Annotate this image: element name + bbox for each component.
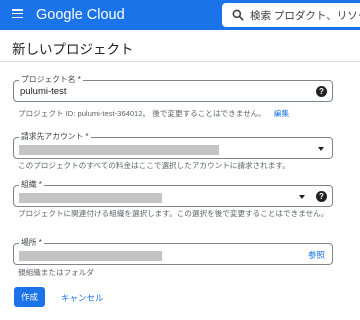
dropdown-arrow-icon — [299, 195, 305, 199]
menu-icon[interactable] — [12, 9, 23, 19]
billing-account-hint: このプロジェクトのすべての料金はここで選択したアカウントに請求されます。 — [18, 161, 290, 170]
dropdown-arrow-icon — [318, 147, 324, 151]
google-cloud-logo[interactable]: Google Cloud — [36, 7, 125, 23]
search-input[interactable]: 検索 プロダクト、リソース — [222, 3, 360, 27]
browse-location-link[interactable]: 参照 — [308, 249, 325, 261]
cancel-button[interactable]: キャンセル — [61, 292, 104, 304]
help-icon[interactable]: ? — [316, 86, 327, 97]
organization-hint: プロジェクトに関連付ける組織を選択します。この選択を後で変更することはできません… — [18, 209, 329, 218]
search-icon — [232, 9, 244, 21]
location-label: 場所 * — [19, 238, 44, 248]
organization-label: 組織 * — [19, 180, 44, 190]
project-id-text: プロジェクト ID: pulumi-test-364012。 後で変更することは… — [18, 109, 266, 118]
billing-account-select[interactable]: 請求先アカウント * — [13, 132, 333, 159]
location-hint: 親組織またはフォルダ — [18, 268, 94, 277]
divider — [0, 61, 360, 62]
redacted-organization — [19, 193, 162, 203]
top-bar: Google Cloud 検索 プロダクト、リソース — [0, 0, 360, 30]
redacted-billing-account — [19, 145, 219, 155]
project-name-field[interactable]: プロジェクト名 * pulumi-test ? — [13, 75, 333, 102]
billing-account-label: 請求先アカウント * — [19, 132, 91, 142]
location-field[interactable]: 場所 * 参照 — [13, 238, 333, 265]
help-icon[interactable]: ? — [316, 191, 327, 202]
project-name-label: プロジェクト名 * — [19, 75, 83, 85]
project-name-value: pulumi-test — [20, 86, 67, 97]
create-button[interactable]: 作成 — [14, 287, 45, 307]
edit-project-id-link[interactable]: 編集 — [274, 109, 289, 118]
project-id-hint: プロジェクト ID: pulumi-test-364012。 後で変更することは… — [18, 109, 289, 120]
page-title: 新しいプロジェクト — [12, 42, 134, 57]
redacted-location — [19, 251, 162, 261]
search-placeholder: 検索 プロダクト、リソース — [250, 10, 360, 22]
organization-select[interactable]: 組織 * ? — [13, 180, 333, 207]
